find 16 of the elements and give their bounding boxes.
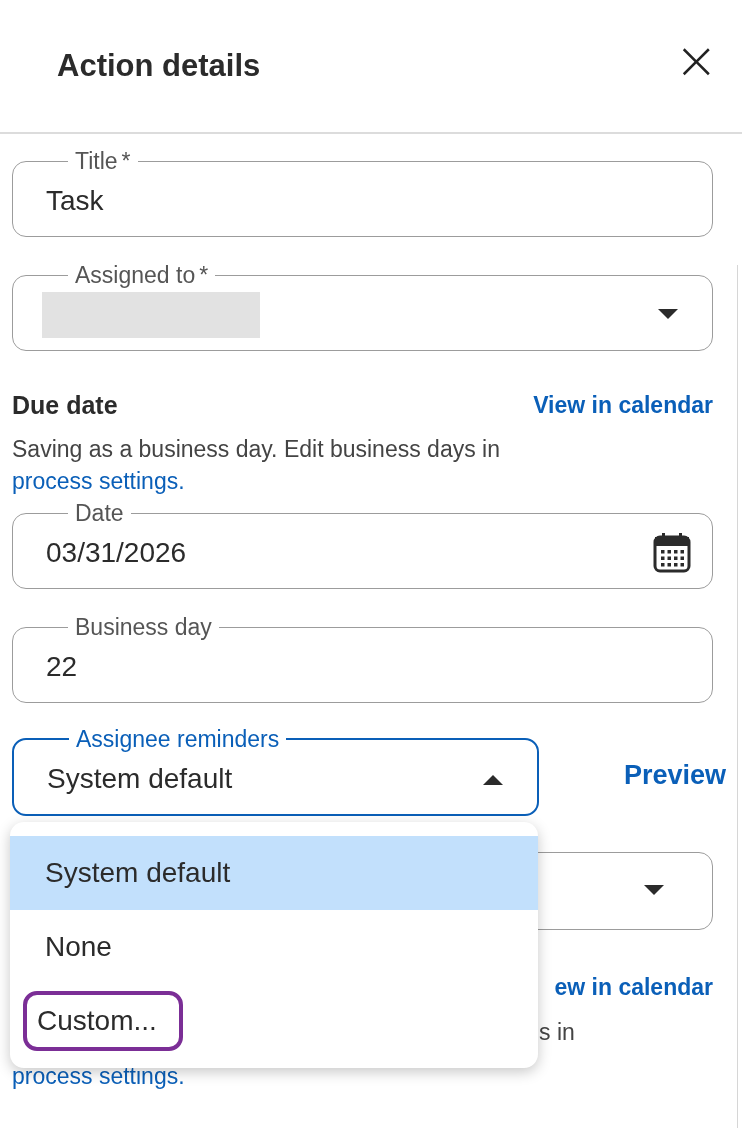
note-text: s in xyxy=(539,1018,575,1047)
section-heading: Due date xyxy=(12,391,118,420)
required-mark: * xyxy=(199,262,209,288)
field-label: Assignee reminders xyxy=(76,726,280,752)
field-value: Task xyxy=(46,185,104,217)
field-value: 22 xyxy=(46,651,78,683)
highlight-outline: Custom... xyxy=(23,991,183,1051)
field-label: Title xyxy=(75,148,118,174)
field-label: Business day xyxy=(75,614,212,640)
panel-title: Action details xyxy=(57,48,261,84)
field-label: Date xyxy=(75,500,124,526)
business-day-note: Saving as a business day. Edit business days in xyxy=(12,435,501,464)
field-value: 03/31/2026 xyxy=(46,537,187,569)
field-value: System default xyxy=(47,763,233,795)
field-label: Assigned to xyxy=(75,262,196,288)
required-mark: * xyxy=(121,148,131,174)
